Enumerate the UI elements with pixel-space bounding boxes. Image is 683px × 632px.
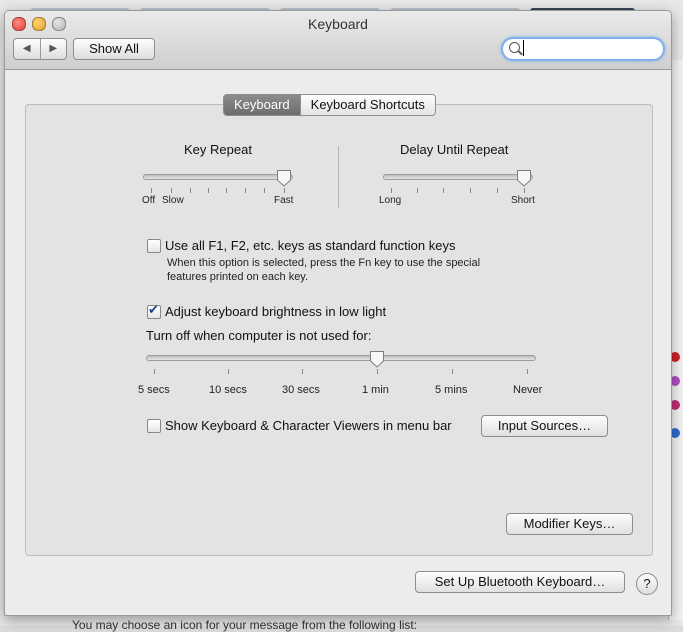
function-keys-label[interactable]: Use all F1, F2, etc. keys as standard fu… xyxy=(165,238,455,253)
function-keys-help-line2: features printed on each key. xyxy=(167,271,309,283)
input-sources-button[interactable]: Input Sources… xyxy=(481,415,608,437)
slider-tick xyxy=(443,188,444,193)
search-input[interactable] xyxy=(523,40,654,56)
delay-until-repeat-title: Delay Until Repeat xyxy=(400,142,509,157)
brightness-slider-knob[interactable] xyxy=(369,350,385,368)
key-repeat-slider-track[interactable] xyxy=(143,174,293,180)
navigation-buttons: ◀ ▶ xyxy=(13,38,67,60)
bluetooth-keyboard-button[interactable]: Set Up Bluetooth Keyboard… xyxy=(415,571,625,593)
slider-tick xyxy=(228,369,229,374)
turn-off-label: Turn off when computer is not used for: xyxy=(146,328,372,343)
slider-tick xyxy=(452,369,453,374)
viewers-checkbox[interactable] xyxy=(147,419,161,433)
slider-tick xyxy=(524,188,525,193)
brightness-slider-track[interactable] xyxy=(146,355,536,361)
viewers-label[interactable]: Show Keyboard & Character Viewers in men… xyxy=(165,418,452,433)
brightness-label[interactable]: Adjust keyboard brightness in low light xyxy=(165,304,386,319)
delay-max-label: Short xyxy=(511,195,535,206)
brightness-stop-label: 5 secs xyxy=(138,384,170,396)
function-keys-checkbox[interactable] xyxy=(147,239,161,253)
brightness-stop-label: 30 secs xyxy=(282,384,320,396)
slider-tick xyxy=(245,188,246,193)
key-repeat-min-label: Off xyxy=(142,195,156,206)
window-title: Keyboard xyxy=(308,16,368,32)
slider-tick xyxy=(377,369,378,374)
delay-slider-track[interactable] xyxy=(383,174,533,180)
delay-min-label: Long xyxy=(379,195,402,206)
tab-bar: Keyboard Keyboard Shortcuts xyxy=(223,94,436,116)
slider-tick xyxy=(302,369,303,374)
section-divider xyxy=(338,146,339,208)
slider-tick xyxy=(284,188,285,193)
modifier-keys-button[interactable]: Modifier Keys… xyxy=(506,513,633,535)
slider-tick xyxy=(391,188,392,193)
tab-keyboard-shortcuts[interactable]: Keyboard Shortcuts xyxy=(299,95,435,115)
key-repeat-max-label: Fast xyxy=(274,195,294,206)
key-repeat-slider-knob[interactable] xyxy=(276,169,292,187)
keyboard-preferences-window: Keyboard ◀ ▶ Show All Keyboard Keyboard … xyxy=(4,10,672,616)
help-button[interactable]: ? xyxy=(636,573,658,595)
slider-tick xyxy=(154,369,155,374)
tab-keyboard[interactable]: Keyboard xyxy=(224,95,300,115)
slider-tick xyxy=(190,188,191,193)
slider-tick xyxy=(417,188,418,193)
delay-slider-knob[interactable] xyxy=(516,169,532,187)
background-text: You may choose an icon for your message … xyxy=(72,618,418,632)
brightness-stop-label: 1 min xyxy=(362,384,389,396)
function-keys-help-line1: When this option is selected, press the … xyxy=(167,257,481,269)
slider-tick xyxy=(226,188,227,193)
brightness-stop-label: 5 mins xyxy=(435,384,468,396)
slider-tick xyxy=(470,188,471,193)
show-all-button[interactable]: Show All xyxy=(73,38,155,60)
key-repeat-slow-label: Slow xyxy=(162,195,184,206)
key-repeat-title: Key Repeat xyxy=(184,142,252,157)
forward-icon[interactable]: ▶ xyxy=(41,39,67,59)
brightness-stop-label: Never xyxy=(513,384,543,396)
back-icon[interactable]: ◀ xyxy=(14,39,41,59)
slider-tick xyxy=(171,188,172,193)
slider-tick xyxy=(151,188,152,193)
search-icon xyxy=(509,42,520,53)
search-field[interactable] xyxy=(501,37,665,61)
slider-tick xyxy=(264,188,265,193)
slider-tick xyxy=(497,188,498,193)
slider-tick xyxy=(208,188,209,193)
brightness-stop-label: 10 secs xyxy=(209,384,247,396)
title-bar: Keyboard ◀ ▶ Show All xyxy=(5,11,671,70)
brightness-checkbox[interactable] xyxy=(147,303,161,319)
slider-tick xyxy=(527,369,528,374)
